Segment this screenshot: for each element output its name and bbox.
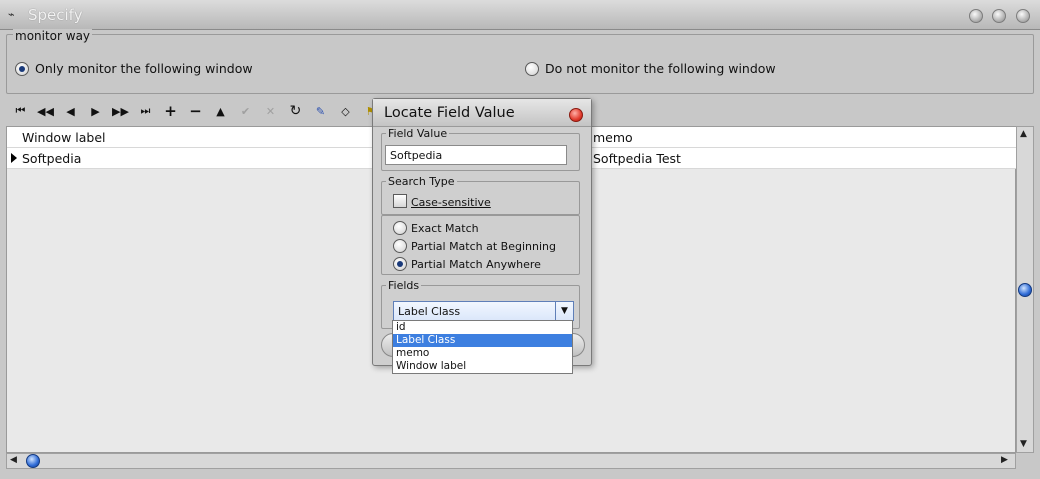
app-icon: ⌁ [8, 8, 15, 21]
list-item[interactable]: Label Class [393, 334, 572, 347]
radio-selected-icon[interactable] [15, 61, 29, 76]
title-bar: ⌁ Specify [0, 0, 1040, 30]
partial-anywhere-radio[interactable] [393, 257, 407, 271]
first-icon[interactable]: ⏮ [8, 100, 33, 122]
cancel-icon[interactable]: ✕ [258, 100, 283, 122]
table-cell[interactable]: memo [593, 130, 633, 145]
scroll-up-icon[interactable]: ▲ [1020, 129, 1027, 139]
dialog-close-icon[interactable] [569, 108, 583, 122]
post-icon[interactable]: ✔ [233, 100, 258, 122]
horizontal-scroll-thumb[interactable] [26, 454, 40, 468]
scroll-down-icon[interactable]: ▼ [1020, 439, 1027, 449]
monitor-not-label: Do not monitor the following window [545, 61, 776, 76]
dialog-title: Locate Field Value [384, 105, 515, 121]
current-row-indicator-icon [11, 153, 17, 163]
monitor-way-legend: monitor way [13, 29, 93, 43]
next-icon[interactable]: ▶ [83, 100, 108, 122]
vertical-scrollbar[interactable]: ▲ ▼ [1016, 126, 1034, 453]
window-title: Specify [28, 6, 83, 24]
dialog-title-bar: Locate Field Value [373, 99, 591, 127]
prior-icon[interactable]: ◀ [58, 100, 83, 122]
search-type-legend: Search Type [386, 175, 457, 188]
delete-icon[interactable]: − [183, 100, 208, 122]
partial-beginning-radio[interactable] [393, 239, 407, 253]
list-item[interactable]: id [393, 321, 572, 334]
monitor-not-option[interactable]: Do not monitor the following window [525, 61, 776, 76]
monitor-only-option[interactable]: Only monitor the following window [15, 61, 253, 76]
goto-icon[interactable]: ◇ [333, 100, 358, 122]
fields-combo-value: Label Class [398, 305, 461, 318]
close-button[interactable] [1016, 9, 1030, 23]
partial-beginning-label: Partial Match at Beginning [411, 240, 556, 253]
minimize-button[interactable] [969, 9, 983, 23]
table-cell[interactable]: Softpedia Test [593, 151, 681, 166]
scroll-left-icon[interactable]: ◀ [10, 455, 17, 465]
field-value-legend: Field Value [386, 127, 450, 140]
radio-unselected-icon[interactable] [525, 61, 539, 76]
monitor-way-group: monitor way Only monitor the following w… [6, 29, 1034, 94]
chevron-down-icon[interactable]: ▼ [555, 302, 573, 320]
vertical-scroll-thumb[interactable] [1018, 283, 1032, 297]
exact-match-radio[interactable] [393, 221, 407, 235]
monitor-only-label: Only monitor the following window [35, 61, 253, 76]
partial-anywhere-label: Partial Match Anywhere [411, 258, 541, 271]
last-icon[interactable]: ⏭ [133, 100, 158, 122]
fields-combo[interactable]: Label Class ▼ [393, 301, 574, 321]
locate-icon[interactable]: ✎ [308, 100, 333, 122]
insert-icon[interactable]: + [158, 100, 183, 122]
field-value-input[interactable]: Softpedia [385, 145, 567, 165]
next-page-icon[interactable]: ▶▶ [108, 100, 133, 122]
case-sensitive-checkbox[interactable] [393, 194, 407, 208]
exact-match-label: Exact Match [411, 222, 479, 235]
maximize-button[interactable] [992, 9, 1006, 23]
edit-icon[interactable]: ▲ [208, 100, 233, 122]
case-sensitive-label: Case-sensitive [411, 196, 491, 209]
prior-page-icon[interactable]: ◀◀ [33, 100, 58, 122]
list-item[interactable]: Window label [393, 360, 572, 373]
fields-dropdown-list[interactable]: id Label Class memo Window label [392, 320, 573, 374]
table-cell[interactable]: Softpedia [22, 151, 81, 166]
table-cell[interactable]: Window label [22, 130, 106, 145]
list-item[interactable]: memo [393, 347, 572, 360]
fields-legend: Fields [386, 279, 422, 292]
refresh-icon[interactable]: ↻ [283, 100, 308, 122]
scroll-right-icon[interactable]: ▶ [1001, 455, 1008, 465]
horizontal-scrollbar[interactable]: ◀ ▶ [6, 453, 1016, 469]
